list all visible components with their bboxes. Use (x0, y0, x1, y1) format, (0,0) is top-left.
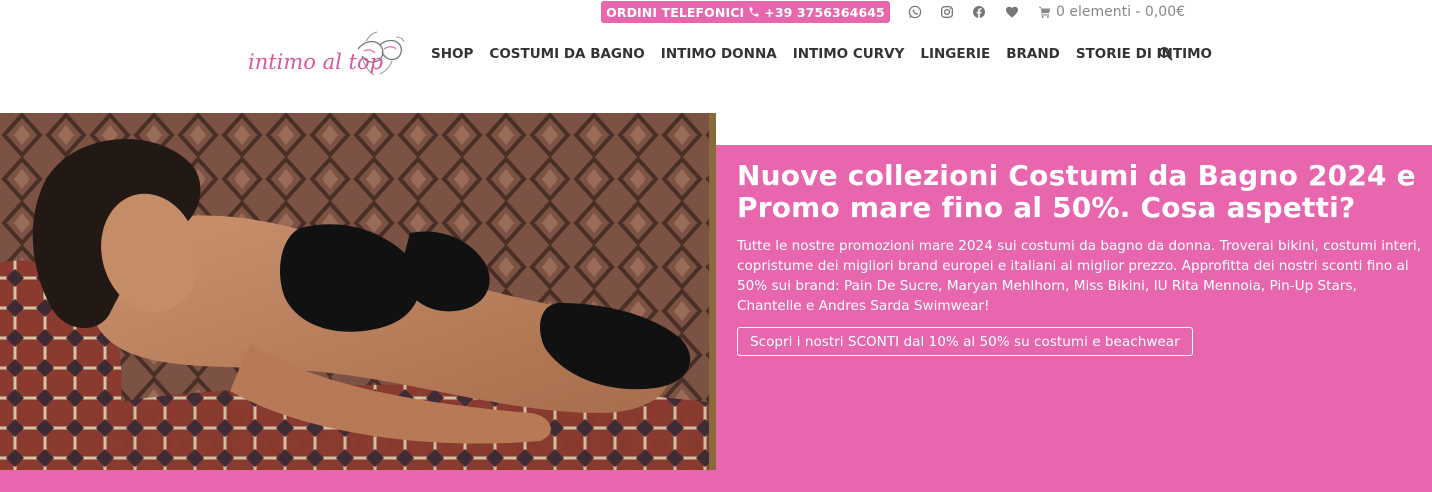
cart-icon (1039, 6, 1051, 18)
accent-strip (0, 470, 716, 492)
logo-text: intimo al top (248, 50, 383, 74)
cart-summary[interactable]: 0 elementi - 0,00€ (1038, 2, 1185, 22)
phone-order-label: ORDINI TELEFONICI (606, 4, 745, 20)
discount-cta-button[interactable]: Scopri i nostri SCONTI dal 10% al 50% su… (737, 327, 1193, 356)
phone-order-badge[interactable]: ORDINI TELEFONICI +39 3756364645 (601, 1, 890, 23)
facebook-icon[interactable] (971, 4, 987, 20)
phone-icon (749, 7, 759, 17)
instagram-icon[interactable] (939, 4, 955, 20)
cart-text: 0 elementi - 0,00€ (1056, 4, 1186, 20)
nav-item-brand[interactable]: BRAND (1006, 46, 1060, 62)
site-logo[interactable]: intimo al top (246, 27, 408, 83)
hero-image (0, 113, 716, 470)
nav-item-storie-di-intimo[interactable]: STORIE DI INTIMO (1076, 46, 1212, 62)
nav-item-costumi-da-bagno[interactable]: COSTUMI DA BAGNO (489, 46, 644, 62)
top-bar: ORDINI TELEFONICI +39 3756364645 0 eleme… (0, 0, 1432, 24)
search-icon[interactable] (1158, 46, 1173, 61)
nav-item-shop[interactable]: SHOP (431, 46, 473, 62)
hero-description: Tutte le nostre promozioni mare 2024 sui… (737, 238, 1422, 314)
nav-item-intimo-donna[interactable]: INTIMO DONNA (661, 46, 777, 62)
nav-item-lingerie[interactable]: LINGERIE (920, 46, 990, 62)
nav-item-intimo-curvy[interactable]: INTIMO CURVY (793, 46, 905, 62)
main-nav: SHOP COSTUMI DA BAGNO INTIMO DONNA INTIM… (431, 44, 1228, 64)
whatsapp-icon[interactable] (907, 4, 923, 20)
phone-number: +39 3756364645 (764, 4, 885, 20)
hero-title: Nuove collezioni Costumi da Bagno 2024 e… (737, 159, 1416, 224)
heart-icon[interactable] (1004, 4, 1020, 20)
